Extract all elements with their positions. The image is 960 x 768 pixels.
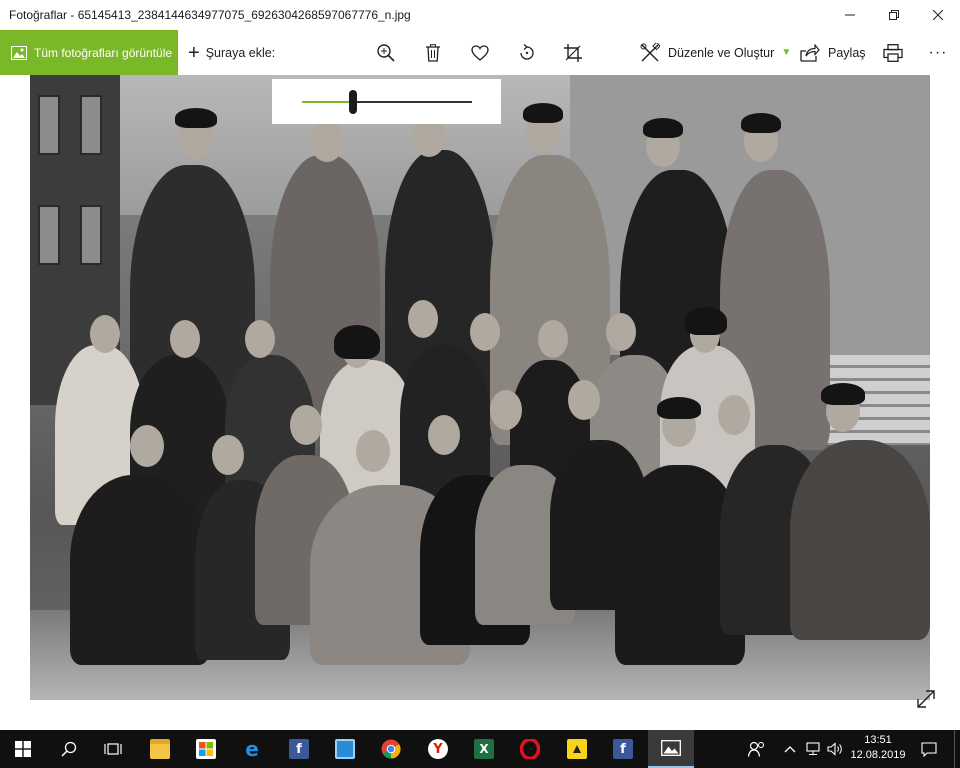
more-icon: ··· xyxy=(928,43,948,61)
taskbar-edge[interactable]: e xyxy=(229,730,275,768)
more-button[interactable]: ··· xyxy=(916,30,960,75)
chrome-icon xyxy=(381,739,401,759)
clock-date: 12.08.2019 xyxy=(850,749,906,761)
taskbar-excel[interactable]: X xyxy=(461,730,507,768)
task-view-button[interactable] xyxy=(90,730,136,768)
taskbar-network-app[interactable] xyxy=(322,730,368,768)
volume-button[interactable] xyxy=(824,730,846,768)
close-icon xyxy=(933,10,943,20)
edge-icon: e xyxy=(245,737,259,761)
search-icon xyxy=(61,741,77,757)
folder-icon xyxy=(150,739,170,759)
all-photos-button[interactable]: Tüm fotoğrafları görüntüle xyxy=(0,30,178,75)
action-center-button[interactable] xyxy=(914,730,944,768)
network-icon xyxy=(806,742,820,755)
store-icon xyxy=(196,739,216,759)
edit-create-icon xyxy=(640,42,660,61)
network-button[interactable] xyxy=(802,730,824,768)
task-view-icon xyxy=(104,743,122,755)
chevron-down-icon: ▼ xyxy=(781,47,792,58)
edit-create-button[interactable]: Düzenle ve Oluştur ▼ xyxy=(640,30,791,75)
zoom-slider-track[interactable] xyxy=(302,90,472,114)
show-desktop-button[interactable] xyxy=(954,730,960,768)
window-title: Fotoğraflar - 65145413_2384144634977075_… xyxy=(9,8,411,22)
zoom-slider-fill xyxy=(302,101,353,103)
zoom-slider-thumb[interactable] xyxy=(349,90,357,114)
taskbar-facebook[interactable]: f xyxy=(276,730,322,768)
sticky-notes-icon xyxy=(567,739,587,759)
rotate-icon xyxy=(520,43,534,60)
edit-create-label: Düzenle ve Oluştur xyxy=(668,45,775,60)
add-to-button[interactable]: + Şuraya ekle: xyxy=(188,43,275,63)
fullscreen-button[interactable] xyxy=(915,688,937,710)
plus-icon: + xyxy=(188,41,200,64)
all-photos-label: Tüm fotoğrafları görüntüle xyxy=(34,45,173,60)
minimize-icon xyxy=(845,14,855,16)
people-icon xyxy=(748,741,765,757)
share-label: Paylaş xyxy=(828,45,866,60)
search-button[interactable] xyxy=(46,730,92,768)
chevron-up-icon xyxy=(784,746,796,753)
share-button[interactable]: Paylaş xyxy=(800,30,866,75)
start-button[interactable] xyxy=(0,730,46,768)
zoom-button[interactable] xyxy=(364,30,408,75)
photos-icon xyxy=(661,740,681,756)
print-button[interactable] xyxy=(871,30,915,75)
delete-icon xyxy=(426,43,440,62)
yandex-icon: Y xyxy=(428,739,448,759)
excel-icon: X xyxy=(474,739,494,759)
add-to-label: Şuraya ekle: xyxy=(205,45,276,60)
opera-icon xyxy=(520,739,540,759)
taskbar-photos[interactable] xyxy=(648,730,694,768)
windows-logo-icon xyxy=(15,741,31,757)
taskbar-clock[interactable]: 13:51 12.08.2019 xyxy=(848,733,908,763)
tray-overflow-button[interactable] xyxy=(778,730,802,768)
taskbar-chrome[interactable] xyxy=(368,730,414,768)
notification-icon xyxy=(921,741,937,757)
expand-icon xyxy=(917,690,935,708)
photos-icon xyxy=(11,45,27,60)
taskbar-file-explorer[interactable] xyxy=(137,730,183,768)
zoom-slider-panel xyxy=(272,79,501,124)
taskbar-yandex[interactable]: Y xyxy=(415,730,461,768)
favorite-icon xyxy=(471,44,489,61)
facebook-icon: f xyxy=(613,739,633,759)
rotate-button[interactable] xyxy=(505,30,549,75)
network-app-icon xyxy=(335,739,355,759)
volume-icon xyxy=(827,742,842,756)
share-icon xyxy=(800,43,820,62)
delete-button[interactable] xyxy=(411,30,455,75)
crop-icon xyxy=(564,43,582,62)
restore-icon xyxy=(889,10,899,20)
title-bar: Fotoğraflar - 65145413_2384144634977075_… xyxy=(0,0,960,30)
clock-time: 13:51 xyxy=(864,734,892,746)
restore-button[interactable] xyxy=(872,0,916,30)
crop-button[interactable] xyxy=(551,30,595,75)
favorite-button[interactable] xyxy=(458,30,502,75)
taskbar-facebook-2[interactable]: f xyxy=(600,730,646,768)
taskbar-sticky-notes[interactable] xyxy=(554,730,600,768)
print-icon xyxy=(883,43,903,62)
people-button[interactable] xyxy=(737,730,777,768)
facebook-icon: f xyxy=(289,739,309,759)
taskbar-opera[interactable] xyxy=(507,730,553,768)
taskbar-store[interactable] xyxy=(183,730,229,768)
photo-image[interactable] xyxy=(30,75,930,700)
close-button[interactable] xyxy=(916,0,960,30)
minimize-button[interactable] xyxy=(828,0,872,30)
photo-stage xyxy=(0,75,960,730)
zoom-icon xyxy=(377,43,395,62)
